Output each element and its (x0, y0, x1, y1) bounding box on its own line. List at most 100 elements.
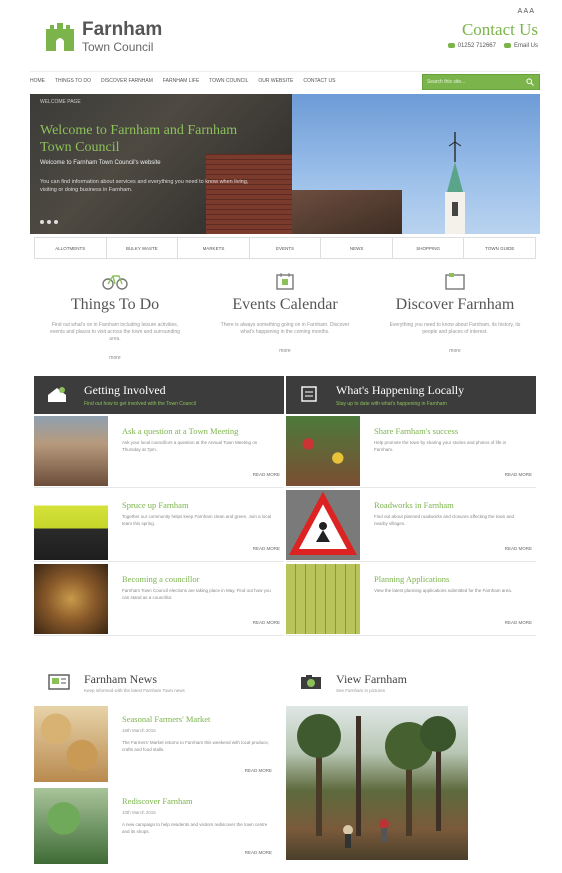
feature-things-to-do[interactable]: Things To Do Find out what's on in Farnh… (30, 270, 200, 361)
read-more-link[interactable]: Read more (253, 546, 280, 551)
keyboard-image (286, 564, 360, 634)
read-more-link[interactable]: Read more (253, 620, 280, 625)
list-item[interactable]: Spruce up Farnham Together our community… (34, 490, 284, 562)
town-meeting-image (34, 416, 108, 486)
carousel-dots (40, 220, 58, 224)
news-date: 16th March 2015 (122, 728, 156, 733)
nav-item-farnham-life[interactable]: Farnham Life (163, 78, 199, 84)
quick-link-news[interactable]: News (321, 238, 393, 258)
quick-link-town-guide[interactable]: Town Guide (464, 238, 535, 258)
read-more-link[interactable]: Read more (245, 768, 272, 773)
feature-more-link[interactable]: more (370, 348, 540, 354)
nav-item-contact-us[interactable]: Contact Us (303, 78, 335, 84)
read-more-link[interactable]: Read more (505, 546, 532, 551)
contact-us-link[interactable]: Contact Us (462, 20, 538, 40)
feature-description: There is always something going on in Fa… (220, 322, 350, 335)
logo-subtitle: Town Council (82, 39, 154, 54)
farnham-news-header: Farnham News Keep informed with the late… (34, 664, 284, 700)
read-more-link[interactable]: Read more (245, 850, 272, 855)
whats-happening-header: What's Happening Locally Stay up to date… (286, 376, 536, 414)
quick-link-bulky-waste[interactable]: Bulky Waste (107, 238, 179, 258)
text-size-control[interactable]: A A A (518, 8, 534, 15)
nav-item-discover-farnham[interactable]: Discover Farnham (101, 78, 153, 84)
news-title[interactable]: Rediscover Farnham (122, 796, 193, 806)
main-nav: Home Things to do Discover Farnham Farnh… (30, 71, 540, 90)
document-icon (301, 386, 317, 402)
feature-description: Find out what's on in Farnham including … (50, 322, 180, 342)
farnham-heath-photo[interactable] (286, 706, 468, 860)
section-subtitle: Find out how to get involved with the To… (84, 401, 196, 407)
carousel-dot[interactable] (54, 220, 58, 224)
page: Farnham Town Council A A A Contact Us 01… (30, 0, 540, 873)
read-more-link[interactable]: Read more (505, 472, 532, 477)
bicycle-icon (102, 270, 128, 292)
list-item[interactable]: Planning Applications View the latest pl… (286, 564, 536, 636)
news-item[interactable]: Rediscover Farnham 10th March 2015 A new… (30, 788, 280, 870)
card-title[interactable]: Roadworks in Farnham (374, 500, 454, 510)
list-item[interactable]: Share Farnham's success Help promote the… (286, 416, 536, 488)
news-item[interactable]: Seasonal Farmers' Market 16th March 2015… (30, 706, 280, 788)
card-text: Farnham Town Council elections are takin… (122, 588, 271, 600)
hero-subtitle: Welcome to Farnham Town Council's websit… (40, 160, 161, 166)
card-text: View the latest planning applications su… (374, 588, 512, 593)
calendar-icon (272, 270, 298, 292)
logo-name: Farnham (82, 18, 163, 40)
hero-title: Welcome to Farnham and Farnham Town Coun… (40, 123, 238, 155)
nav-item-home[interactable]: Home (30, 78, 45, 84)
market-food-image (34, 706, 108, 782)
list-item[interactable]: Becoming a councillor Farnham Town Counc… (34, 564, 284, 636)
section-subtitle: See Farnham in pictures (336, 688, 386, 693)
volunteers-image (34, 490, 108, 560)
contact-details: 01252 712667 Email Us (447, 43, 538, 50)
nav-item-our-website[interactable]: Our Website (258, 78, 293, 84)
nav-item-town-council[interactable]: Town Council (209, 78, 248, 84)
section-title: Getting Involved (84, 383, 166, 397)
news-date: 10th March 2015 (122, 810, 156, 815)
feature-more-link[interactable]: more (200, 348, 370, 354)
read-more-link[interactable]: Read more (505, 620, 532, 625)
roadworks-sign-image (286, 490, 360, 560)
card-text: Find out about planned roadworks and clo… (374, 514, 515, 526)
clock-tower-icon (445, 132, 465, 234)
crowd-image (286, 416, 360, 486)
phone-link[interactable]: 01252 712667 (447, 43, 496, 49)
read-more-link[interactable]: Read more (253, 472, 280, 477)
vegetables-image (34, 788, 108, 864)
site-logo[interactable]: Farnham Town Council (44, 14, 204, 58)
phone-icon (447, 43, 455, 48)
email-icon (503, 43, 511, 48)
card-title[interactable]: Ask a question at a Town Meeting (122, 426, 238, 436)
card-title[interactable]: Becoming a councillor (122, 574, 199, 584)
search-icon (526, 78, 534, 86)
hero-text: You can find information about services … (40, 179, 249, 193)
carousel-dot[interactable] (47, 220, 51, 224)
nav-item-things-to-do[interactable]: Things to do (55, 78, 91, 84)
card-title[interactable]: Share Farnham's success (374, 426, 458, 436)
email-label: Email Us (513, 43, 538, 50)
feature-description: Everything you need to know about Farnha… (389, 322, 521, 335)
feature-events-calendar[interactable]: Events Calendar There is always somethin… (200, 270, 370, 354)
search-button[interactable] (521, 75, 539, 89)
quick-link-events[interactable]: Events (250, 238, 322, 258)
list-item[interactable]: Ask a question at a Town Meeting Ask you… (34, 416, 284, 488)
card-title[interactable]: Planning Applications (374, 574, 449, 584)
feature-discover-farnham[interactable]: Discover Farnham Everything you need to … (370, 270, 540, 354)
quick-link-markets[interactable]: Markets (178, 238, 250, 258)
search-input[interactable] (423, 75, 521, 89)
feature-title: Things To Do (70, 296, 160, 313)
feature-more-link[interactable]: more (30, 355, 200, 361)
hero-brick-building (206, 154, 292, 234)
carousel-dot[interactable] (40, 220, 44, 224)
news-title[interactable]: Seasonal Farmers' Market (122, 714, 210, 724)
email-link[interactable]: Email Us (503, 43, 538, 50)
view-farnham-header: View Farnham See Farnham in pictures (286, 664, 536, 700)
list-item[interactable]: Roadworks in Farnham Find out about plan… (286, 490, 536, 562)
card-title[interactable]: Spruce up Farnham (122, 500, 189, 510)
warning-sign-icon (288, 491, 358, 555)
hero-banner: Welcome Page Welcome to Farnham and Farn… (30, 94, 540, 234)
section-subtitle: Stay up to date with what's happening in… (336, 401, 447, 407)
camera-icon (301, 675, 321, 689)
quick-link-allotments[interactable]: Allotments (35, 238, 107, 258)
section-subtitle: Keep informed with the latest Farnham To… (84, 688, 185, 693)
quick-link-shopping[interactable]: Shopping (393, 238, 465, 258)
